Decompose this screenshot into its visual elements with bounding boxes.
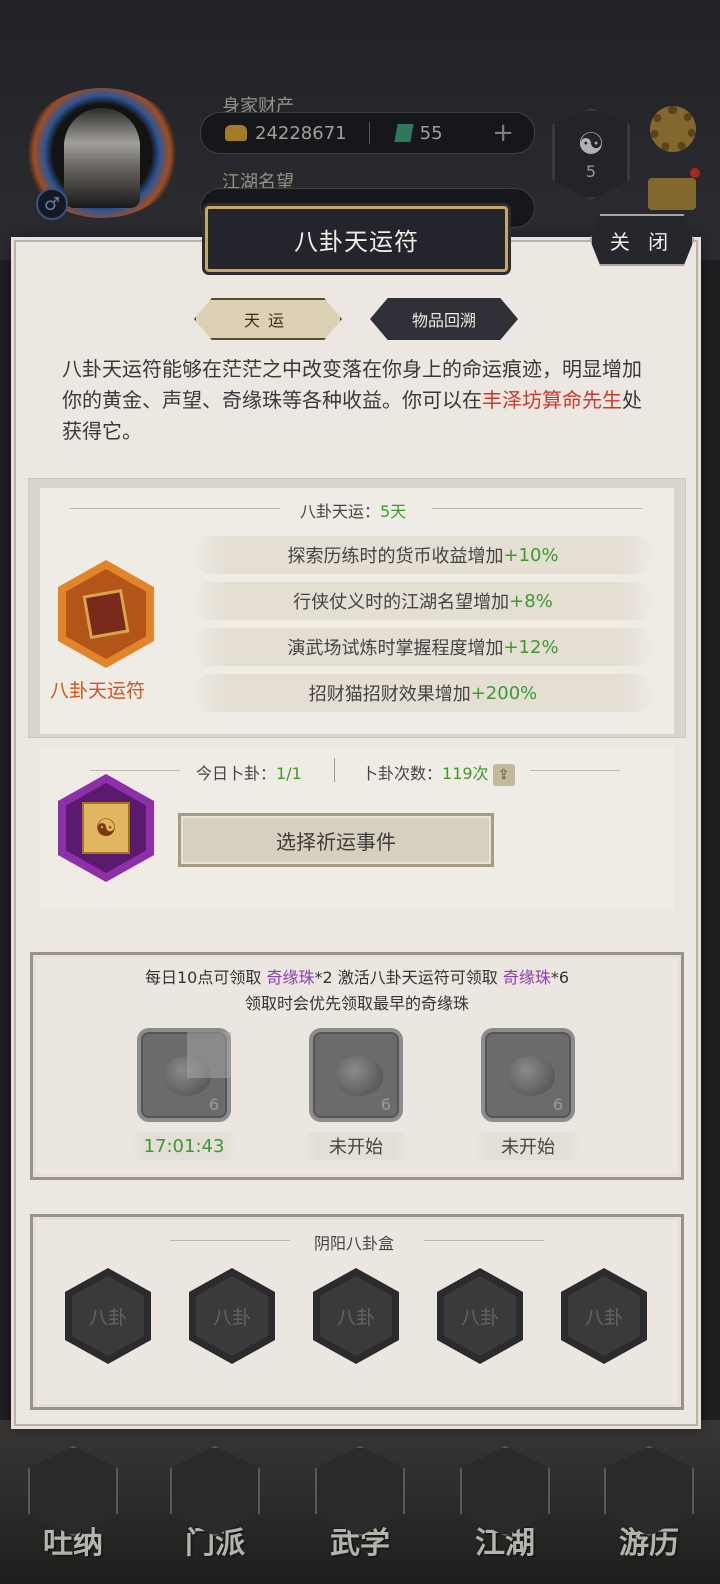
bagua-box-title: 阴阳八卦盒 [314, 1234, 395, 1253]
effect-text: 行侠仗义时的江湖名望增加 [293, 592, 510, 613]
orb-count: 6 [552, 1095, 563, 1114]
orb-claim-note: 每日10点可领取 奇缘珠*2 激活八卦天运符可领取 奇缘珠*6 [30, 964, 684, 988]
today-label: 今日卜卦： [196, 764, 277, 783]
tab-item-rollback[interactable]: 物品回溯 [370, 298, 518, 340]
orb-count: 6 [380, 1095, 391, 1114]
cooldown-overlay [187, 1032, 231, 1078]
count-value: 119次 [442, 764, 489, 783]
orb-slot[interactable]: 6 [137, 1028, 231, 1122]
today-divination: 今日卜卦：1/1 [196, 760, 302, 784]
orb-count: 6 [208, 1095, 219, 1114]
modal-title: 八卦天运符 [205, 206, 508, 272]
ornament-line [170, 1240, 290, 1241]
ornament-line [70, 508, 280, 509]
orb-status: 未开始 [472, 1132, 584, 1160]
effect-bonus: +8% [509, 590, 553, 612]
effect-row: 探索历练时的货币收益增加 +10% [190, 536, 656, 574]
tab-tianyun[interactable]: 天运 [194, 298, 342, 340]
ornament-line [90, 770, 180, 771]
bagua-slot-label: 八卦 [320, 1276, 392, 1356]
note-text: *2 激活八卦天运符可领取 [314, 968, 503, 987]
orb-name: 奇缘珠 [502, 968, 551, 987]
fortune-days: 5天 [380, 502, 407, 521]
divination-count: 卜卦次数：119次 ⇪ [362, 760, 515, 786]
count-label: 卜卦次数： [362, 764, 443, 783]
bagua-slot-label: 八卦 [196, 1276, 268, 1356]
effect-text: 招财猫招财效果增加 [308, 684, 471, 705]
effect-row: 演武场试炼时掌握程度增加 +12% [190, 628, 656, 666]
effect-row: 行侠仗义时的江湖名望增加 +8% [190, 582, 656, 620]
note-text: *6 [550, 968, 570, 987]
talisman-name: 八卦天运符 [50, 680, 146, 702]
ornament-line [432, 508, 642, 509]
fortune-duration: 八卦天运：5天 [300, 498, 406, 522]
stat-divider [334, 758, 335, 782]
bagua-slot-label: 八卦 [444, 1276, 516, 1356]
modal-description: 八卦天运符能够在茫茫之中改变落在你身上的命运痕迹，明显增加你的黄金、声望、奇缘珠… [62, 354, 658, 447]
orb-slot[interactable]: 6 [481, 1028, 575, 1122]
fortune-teller-link: 丰泽坊算命先生 [482, 388, 622, 412]
orb-timer: 17:01:43 [128, 1132, 240, 1160]
orb-icon [507, 1056, 555, 1096]
bagua-slot-label: 八卦 [72, 1276, 144, 1356]
orb-name: 奇缘珠 [266, 968, 315, 987]
choose-fortune-event-button[interactable]: 选择祈运事件 [178, 813, 494, 867]
today-value: 1/1 [276, 764, 302, 783]
bagua-slot-label: 八卦 [568, 1276, 640, 1356]
orb-slot[interactable]: 6 [309, 1028, 403, 1122]
share-icon[interactable]: ⇪ [492, 763, 515, 786]
orb-status: 未开始 [300, 1132, 412, 1160]
effect-bonus: +10% [503, 544, 559, 566]
ornament-line [530, 770, 620, 771]
effect-text: 演武场试炼时掌握程度增加 [287, 638, 504, 659]
effect-bonus: +200% [470, 682, 538, 704]
orb-icon [335, 1056, 383, 1096]
ornament-line [424, 1240, 544, 1241]
note-text: 每日10点可领取 [144, 968, 267, 987]
talisman-icon [82, 588, 130, 640]
close-button[interactable]: 关 闭 [590, 214, 694, 266]
effect-bonus: +12% [503, 636, 559, 658]
fortune-label: 八卦天运： [300, 502, 381, 521]
orb-claim-note-2: 领取时会优先领取最早的奇缘珠 [244, 994, 469, 1013]
bagua-scroll-icon: ☯ [82, 802, 130, 854]
effect-text: 探索历练时的货币收益增加 [287, 546, 504, 567]
effect-row: 招财猫招财效果增加 +200% [190, 674, 656, 712]
